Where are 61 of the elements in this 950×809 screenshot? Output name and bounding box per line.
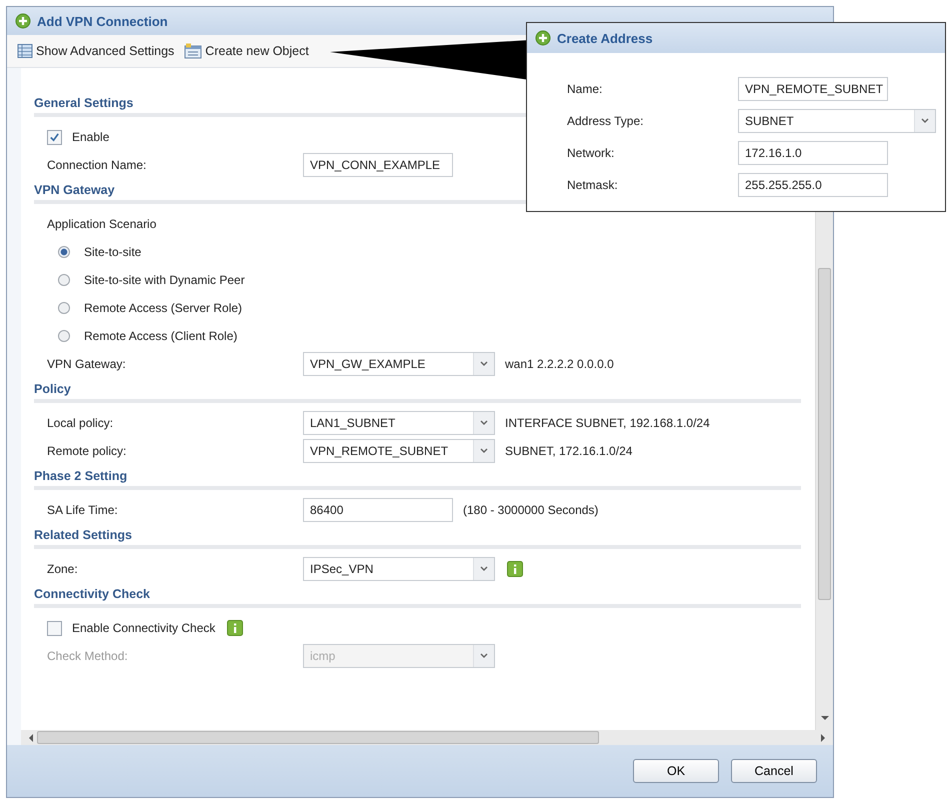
checkbox[interactable] — [47, 130, 62, 144]
radio-button[interactable] — [58, 302, 70, 314]
dropdown[interactable]: SUBNET — [738, 109, 936, 133]
table-icon — [17, 43, 33, 59]
text-field[interactable]: 172.16.1.0 — [738, 141, 888, 165]
field-note: (180 - 3000000 Seconds) — [463, 503, 598, 517]
radio-button[interactable] — [58, 330, 70, 342]
field-label: Check Method: — [47, 649, 129, 663]
dialog-button[interactable]: Cancel — [731, 759, 817, 783]
radio-label: Site-to-site — [84, 245, 142, 259]
field-label: Application Scenario — [47, 217, 156, 231]
radio-button[interactable] — [58, 246, 70, 258]
field-label: Zone: — [47, 562, 79, 576]
dropdown[interactable]: VPN_REMOTE_SUBNET — [303, 439, 495, 463]
checkbox-label: Enable Connectivity Check — [72, 621, 216, 635]
caret-icon — [921, 118, 929, 124]
field-label: Network: — [567, 146, 616, 160]
popup-title: Create Address — [557, 30, 653, 46]
section-header: Phase 2 Setting — [34, 467, 801, 490]
field-label: Netmask: — [567, 178, 619, 192]
field-note: SUBNET, 172.16.1.0/24 — [505, 444, 632, 458]
caret-icon — [480, 420, 488, 426]
field-label: SA Life Time: — [47, 503, 119, 517]
horizontal-scrollbar[interactable] — [21, 730, 833, 745]
field-label: Name: — [567, 82, 604, 96]
text-field[interactable]: 86400 — [303, 498, 453, 522]
field-label: Connection Name: — [47, 158, 148, 172]
dropdown[interactable]: IPSec_VPN — [303, 557, 495, 581]
radio-label: Remote Access (Server Role) — [84, 301, 242, 315]
info-icon[interactable] — [227, 620, 244, 636]
window-icon — [184, 43, 202, 59]
caret-icon — [480, 653, 488, 659]
checkbox-label: Enable — [72, 130, 110, 144]
field-note: wan1 2.2.2.2 0.0.0.0 — [505, 357, 614, 371]
caret-icon — [480, 361, 488, 367]
field-label: Address Type: — [567, 114, 644, 128]
checkbox[interactable] — [47, 620, 62, 636]
section-header: Policy — [34, 380, 801, 403]
plus-circle-icon — [535, 30, 551, 46]
text-field[interactable]: VPN_REMOTE_SUBNET — [738, 77, 888, 101]
info-icon[interactable] — [507, 561, 523, 577]
field-label: Local policy: — [47, 416, 114, 430]
dialog-button[interactable]: OK — [633, 759, 719, 783]
field-note: INTERFACE SUBNET, 192.168.1.0/24 — [505, 416, 710, 430]
plus-circle-icon — [15, 13, 31, 29]
dropdown[interactable]: LAN1_SUBNET — [303, 411, 495, 435]
text-field[interactable]: 255.255.255.0 — [738, 173, 888, 197]
radio-button[interactable] — [58, 274, 70, 286]
radio-label: Remote Access (Client Role) — [84, 329, 238, 343]
toolbar-button[interactable]: Create new Object — [182, 41, 311, 61]
radio-label: Site-to-site with Dynamic Peer — [84, 273, 245, 287]
section-header: Related Settings — [34, 526, 801, 549]
dropdown[interactable]: VPN_GW_EXAMPLE — [303, 352, 495, 376]
caret-icon — [480, 566, 488, 572]
window-title: Add VPN Connection — [37, 14, 168, 28]
field-label: Remote policy: — [47, 444, 128, 458]
field-label: VPN Gateway: — [47, 357, 127, 371]
toolbar-button[interactable]: Show Advanced Settings — [15, 41, 176, 61]
section-header: Connectivity Check — [34, 585, 801, 608]
text-field[interactable]: VPN_CONN_EXAMPLE — [303, 153, 453, 177]
caret-icon — [480, 448, 488, 454]
